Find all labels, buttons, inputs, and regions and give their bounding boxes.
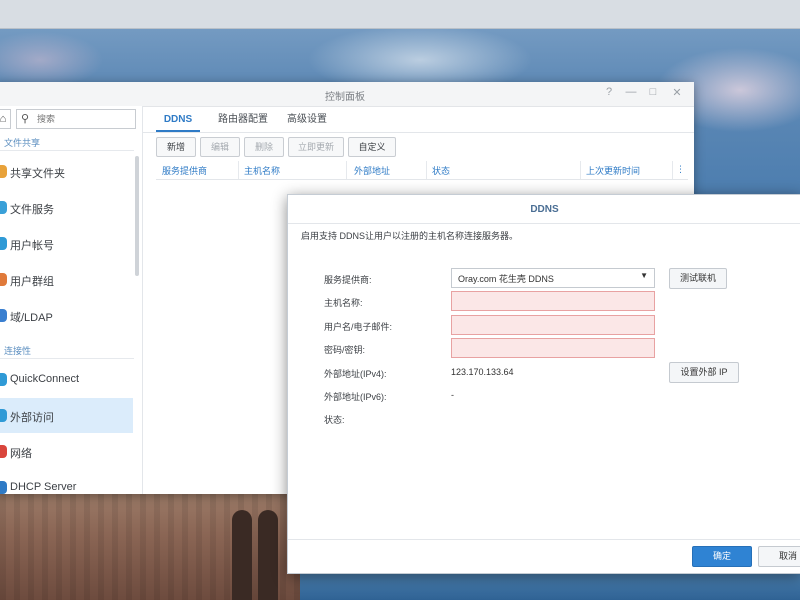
sidebar-item-file-services[interactable]: 文件服务 xyxy=(0,190,133,225)
search-icon: ⚲ xyxy=(21,113,30,125)
status-label: 状态: xyxy=(324,415,345,425)
edit-button[interactable]: 编辑 xyxy=(200,137,240,157)
column-menu-icon[interactable]: ⋮ xyxy=(676,164,685,175)
dialog-body: DDNS 启用支持 DDNS让用户以注册的主机名称连接服务器。 服务提供商: O… xyxy=(288,195,800,573)
sidebar-item-label: 外部访问 xyxy=(10,412,54,424)
hostname-label: 主机名称: xyxy=(324,298,363,308)
sidebar-item-shared-folder[interactable]: 共享文件夹 xyxy=(0,154,133,189)
ipv4-label: 外部地址(IPv4): xyxy=(324,369,387,379)
sidebar-item-group[interactable]: 用户群组 xyxy=(0,262,133,297)
dialog-title: DDNS xyxy=(530,204,559,215)
file-services-icon xyxy=(0,201,7,214)
delete-button[interactable]: 删除 xyxy=(244,137,284,157)
sidebar-item-label: 域/LDAP xyxy=(10,312,53,324)
sidebar-item-network[interactable]: 网络 xyxy=(0,434,133,469)
sidebar-item-label: 文件服务 xyxy=(10,204,54,216)
section-divider xyxy=(0,150,134,151)
provider-select-value: Oray.com 花生壳 DDNS xyxy=(458,274,554,284)
cancel-button[interactable]: 取消 xyxy=(758,546,800,567)
group-icon xyxy=(0,273,7,286)
test-connection-button[interactable]: 测试联机 xyxy=(669,268,727,289)
sidebar: ⌂ ⚲ 文件共享 共享文件夹 文件服务 用户帐号 用户群组 域/LDAP 连接性 xyxy=(0,106,143,494)
section-divider xyxy=(0,358,134,359)
minimize-icon[interactable]: — xyxy=(624,86,638,98)
column-header[interactable]: 状态 xyxy=(432,164,450,177)
dialog-description: 启用支持 DDNS让用户以注册的主机名称连接服务器。 xyxy=(301,231,519,241)
ok-button[interactable]: 确定 xyxy=(692,546,752,567)
column-header[interactable]: 服务提供商 xyxy=(162,164,207,177)
wallpaper-arch xyxy=(258,510,278,600)
search-input[interactable] xyxy=(37,112,131,125)
ipv6-value: - xyxy=(451,390,454,400)
ipv6-label: 外部地址(IPv6): xyxy=(324,392,387,402)
sidebar-item-external-access[interactable]: 外部访问 xyxy=(0,398,133,433)
home-icon[interactable]: ⌂ xyxy=(0,109,11,129)
column-divider xyxy=(346,161,347,179)
hostname-field[interactable] xyxy=(451,291,655,311)
column-divider xyxy=(426,161,427,179)
username-label: 用户名/电子邮件: xyxy=(324,322,393,332)
update-now-button[interactable]: 立即更新 xyxy=(288,137,344,157)
password-field[interactable] xyxy=(451,338,655,358)
ipv4-value: 123.170.133.64 xyxy=(451,367,514,377)
window-title: 控制面板 xyxy=(325,92,365,103)
table-header: 服务提供商 主机名称 外部地址 状态 上次更新时间 ⋮ xyxy=(156,161,688,180)
column-divider xyxy=(580,161,581,179)
network-icon xyxy=(0,445,7,458)
sidebar-item-label: 用户帐号 xyxy=(10,240,54,252)
customize-button[interactable]: 自定义 xyxy=(348,137,396,157)
column-divider xyxy=(238,161,239,179)
tab-advanced-settings[interactable]: 高级设置 xyxy=(282,110,332,130)
wallpaper-cliff xyxy=(0,493,300,600)
dialog-footer-divider xyxy=(288,539,800,540)
username-field[interactable] xyxy=(451,315,655,335)
tab-router-config[interactable]: 路由器配置 xyxy=(212,110,274,130)
maximize-icon[interactable]: □ xyxy=(646,86,660,98)
column-divider xyxy=(672,161,673,179)
column-header[interactable]: 主机名称 xyxy=(244,164,280,177)
sidebar-item-label: 共享文件夹 xyxy=(10,168,65,180)
provider-select[interactable]: Oray.com 花生壳 DDNS ▼ xyxy=(451,268,655,288)
window-titlebar[interactable]: 控制面板 ? — □ ✕ xyxy=(0,82,694,107)
sidebar-item-label: 网络 xyxy=(10,448,32,460)
ddns-dialog: DDNS 启用支持 DDNS让用户以注册的主机名称连接服务器。 服务提供商: O… xyxy=(287,194,800,574)
dhcp-icon xyxy=(0,481,7,494)
chevron-down-icon: ▼ xyxy=(640,271,648,280)
search-box[interactable]: ⚲ xyxy=(16,109,136,129)
section-connectivity: 连接性 xyxy=(4,346,32,356)
sidebar-item-label: DHCP Server xyxy=(10,481,77,493)
folder-icon xyxy=(0,165,7,178)
password-label: 密码/密钥: xyxy=(324,345,366,355)
help-icon[interactable]: ? xyxy=(602,86,616,98)
section-file-sharing: 文件共享 xyxy=(4,138,41,148)
dialog-title-divider xyxy=(288,223,800,224)
external-access-icon xyxy=(0,409,7,422)
sidebar-item-quickconnect[interactable]: QuickConnect xyxy=(0,362,133,397)
sidebar-item-domain-ldap[interactable]: 域/LDAP xyxy=(0,298,133,333)
user-icon xyxy=(0,237,7,250)
add-button[interactable]: 新增 xyxy=(156,137,196,157)
wallpaper-arch xyxy=(232,510,252,600)
sidebar-item-user[interactable]: 用户帐号 xyxy=(0,226,133,261)
quickconnect-icon xyxy=(0,373,7,386)
provider-label: 服务提供商: xyxy=(324,275,372,285)
sidebar-item-label: QuickConnect xyxy=(10,373,80,385)
wallpaper-sea xyxy=(300,570,800,600)
tab-ddns[interactable]: DDNS xyxy=(156,110,200,130)
desktop-taskbar xyxy=(0,0,800,29)
tab-divider xyxy=(142,132,694,133)
close-icon[interactable]: ✕ xyxy=(670,86,684,99)
sidebar-scrollbar[interactable] xyxy=(135,156,139,276)
sidebar-item-dhcp-server[interactable]: DHCP Server xyxy=(0,470,133,505)
sidebar-item-label: 用户群组 xyxy=(10,276,54,288)
domain-icon xyxy=(0,309,7,322)
column-header[interactable]: 外部地址 xyxy=(354,164,390,177)
set-external-ip-button[interactable]: 设置外部 IP xyxy=(669,362,739,383)
column-header[interactable]: 上次更新时间 xyxy=(586,164,640,177)
